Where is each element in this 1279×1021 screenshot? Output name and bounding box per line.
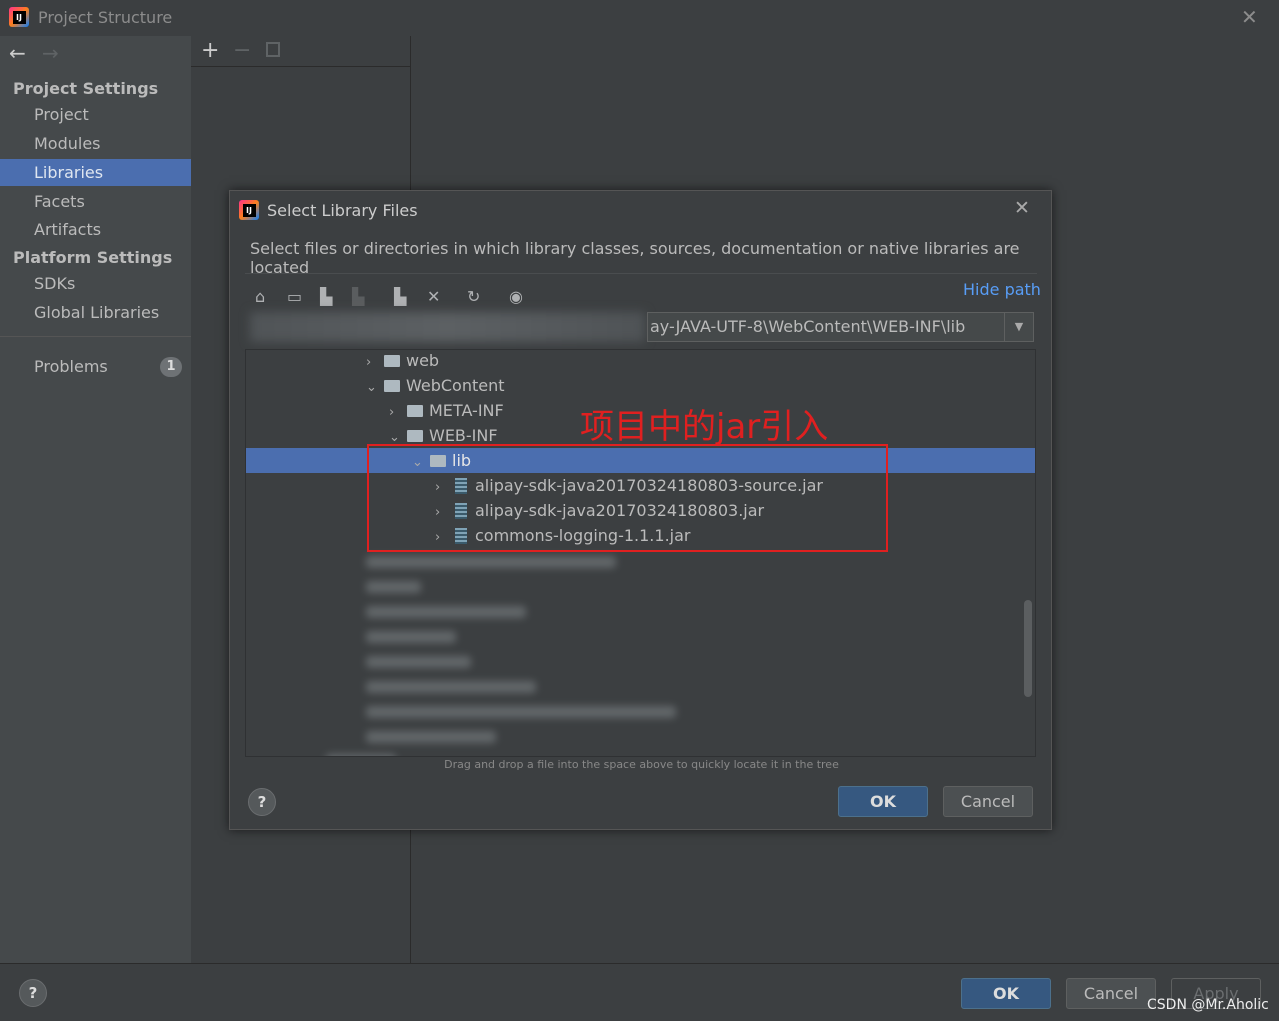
tree-item[interactable]: › web: [246, 350, 1035, 375]
select-library-files-dialog: IJ Select Library Files ✕ Select files o…: [229, 190, 1052, 830]
platform-settings-heading: Platform Settings: [13, 248, 173, 267]
hide-path-link[interactable]: Hide path: [963, 280, 1041, 299]
window-title: Project Structure: [38, 8, 173, 27]
chevron-right-icon[interactable]: ›: [366, 350, 380, 375]
sidebar-item-libraries[interactable]: Libraries: [0, 159, 191, 186]
project-folder-icon[interactable]: ▙: [320, 287, 332, 306]
sidebar-item-modules[interactable]: Modules: [0, 130, 191, 157]
blurred-row: [366, 631, 456, 643]
annotation-box: [367, 444, 888, 552]
sidebar-item-global-libraries[interactable]: Global Libraries: [0, 299, 191, 326]
intellij-logo-icon: IJ: [239, 200, 259, 220]
folder-icon: [407, 430, 423, 442]
desktop-icon[interactable]: ▭: [287, 287, 302, 306]
chevron-right-icon[interactable]: ›: [389, 400, 403, 425]
add-icon[interactable]: +: [201, 38, 219, 63]
delete-icon[interactable]: ✕: [427, 287, 440, 306]
help-icon[interactable]: ?: [19, 979, 47, 1007]
blurred-row: [366, 581, 421, 593]
blurred-row: [366, 556, 616, 568]
drag-drop-hint: Drag and drop a file into the space abov…: [444, 758, 839, 771]
title-bar: IJ Project Structure ✕: [0, 0, 1279, 36]
dialog-help-icon[interactable]: ?: [248, 788, 276, 816]
tree-item[interactable]: ⌄ WebContent: [246, 373, 1035, 398]
home-icon[interactable]: ⌂: [255, 287, 265, 306]
dialog-ok-button[interactable]: OK: [838, 786, 928, 817]
project-settings-heading: Project Settings: [13, 79, 159, 98]
annotation-text: 项目中的jar引入: [580, 407, 829, 447]
new-folder-icon[interactable]: ▙: [394, 287, 406, 306]
sidebar-item-facets[interactable]: Facets: [0, 188, 191, 215]
problems-count-badge: 1: [160, 357, 182, 377]
sidebar-item-artifacts[interactable]: Artifacts: [0, 216, 191, 243]
dialog-title: Select Library Files: [267, 201, 418, 220]
folder-icon: [407, 405, 423, 417]
close-icon[interactable]: ✕: [1241, 5, 1258, 29]
chevron-down-icon[interactable]: ▼: [1004, 313, 1033, 341]
path-input[interactable]: ay-JAVA-UTF-8\WebContent\WEB-INF\lib: [650, 317, 965, 336]
blurred-row: [366, 656, 471, 668]
blurred-row: [366, 681, 536, 693]
folder-icon: [384, 355, 400, 367]
refresh-icon[interactable]: ↻: [467, 287, 480, 306]
blurred-row: [366, 606, 526, 618]
dialog-cancel-button[interactable]: Cancel: [943, 786, 1033, 817]
module-folder-icon[interactable]: ▙: [352, 287, 364, 306]
blurred-row: [366, 706, 676, 718]
dialog-description: Select files or directories in which lib…: [250, 239, 1020, 277]
tree-scrollbar[interactable]: [1024, 600, 1032, 697]
watermark: CSDN @Mr.Aholic: [1147, 997, 1269, 1013]
intellij-logo-icon: IJ: [9, 7, 29, 27]
ok-button[interactable]: OK: [961, 978, 1051, 1009]
sidebar-item-project[interactable]: Project: [0, 101, 191, 128]
remove-icon[interactable]: −: [233, 38, 251, 63]
blurred-path: [250, 312, 645, 342]
forward-arrow-icon[interactable]: →: [42, 41, 59, 65]
blurred-row: [366, 731, 496, 743]
sidebar-item-sdks[interactable]: SDKs: [0, 270, 191, 297]
copy-icon[interactable]: [266, 42, 280, 57]
cancel-button[interactable]: Cancel: [1066, 978, 1156, 1009]
dialog-close-icon[interactable]: ✕: [1014, 197, 1030, 219]
folder-icon: [384, 380, 400, 392]
show-hidden-icon[interactable]: ◉: [509, 287, 523, 306]
chevron-down-icon[interactable]: ⌄: [366, 375, 380, 400]
sidebar: ← → Project Settings Project Modules Lib…: [0, 36, 191, 963]
back-arrow-icon[interactable]: ←: [9, 41, 26, 65]
blurred-row: [326, 754, 396, 756]
footer: ? OK Cancel Apply CSDN @Mr.Aholic: [0, 963, 1279, 1021]
path-combobox[interactable]: ay-JAVA-UTF-8\WebContent\WEB-INF\lib ▼: [647, 312, 1034, 342]
